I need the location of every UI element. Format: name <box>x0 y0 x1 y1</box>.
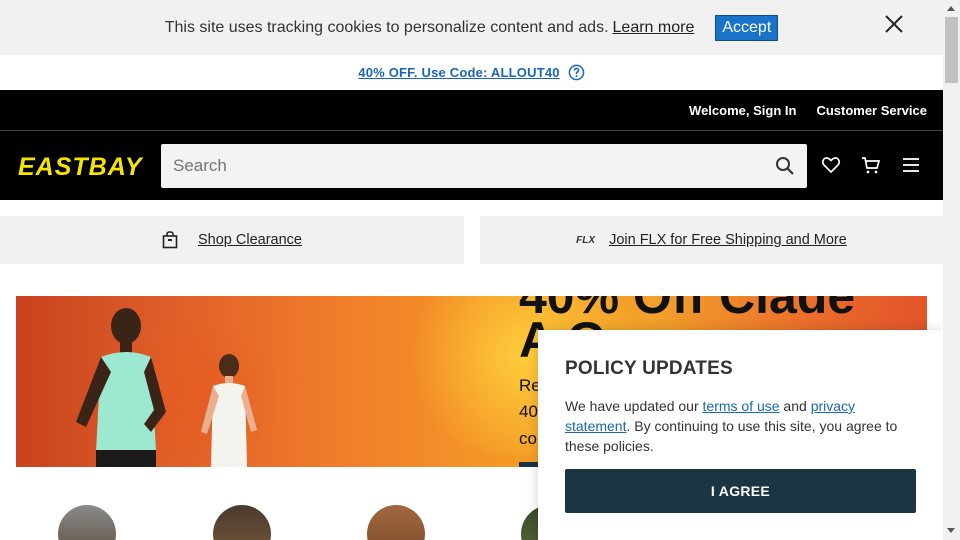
hero-body: co <box>519 429 537 448</box>
runner-image <box>76 308 166 467</box>
close-icon[interactable] <box>884 14 904 34</box>
shopping-bag-icon <box>162 231 178 249</box>
scrollbar-thumb[interactable] <box>945 17 958 83</box>
heart-icon[interactable] <box>821 155 841 175</box>
help-icon[interactable] <box>568 64 585 81</box>
scroll-down-icon[interactable] <box>947 528 955 533</box>
menu-icon[interactable] <box>901 155 921 175</box>
join-flx-link[interactable]: Join FLX for Free Shipping and More <box>609 232 847 248</box>
category-thumbnail[interactable] <box>367 505 425 540</box>
policy-title: POLICY UPDATES <box>565 358 733 379</box>
clearance-strip: Shop Clearance <box>0 216 464 264</box>
flx-strip: FLX Join FLX for Free Shipping and More <box>480 216 943 264</box>
cart-icon[interactable] <box>861 155 881 175</box>
svg-text:EASTBAY: EASTBAY <box>18 153 144 181</box>
runner-image <box>201 354 257 467</box>
search-icon[interactable] <box>775 156 795 176</box>
page-scrollbar[interactable] <box>943 0 960 540</box>
category-thumbnail[interactable] <box>58 505 116 540</box>
hero-body: 40 <box>519 402 538 421</box>
eastbay-logo[interactable]: EASTBAY <box>16 151 152 181</box>
promo-bar: 40% OFF. Use Code: ALLOUT40 <box>0 55 943 90</box>
accept-cookies-button[interactable]: Accept <box>715 14 779 41</box>
terms-of-use-link[interactable]: terms of use <box>703 398 780 414</box>
policy-text: We have updated our terms of use and pri… <box>565 398 898 454</box>
cookie-banner: This site uses tracking cookies to perso… <box>0 0 943 55</box>
customer-service-link[interactable]: Customer Service <box>816 103 927 118</box>
flx-icon: FLX <box>576 234 596 246</box>
search-bar <box>161 144 807 188</box>
learn-more-link[interactable]: Learn more <box>613 19 695 37</box>
policy-updates-dialog: POLICY UPDATES We have updated our terms… <box>538 330 943 540</box>
scroll-up-icon[interactable] <box>947 6 955 11</box>
sign-in-link[interactable]: Welcome, Sign In <box>689 103 796 118</box>
shop-clearance-link[interactable]: Shop Clearance <box>198 232 302 248</box>
cookie-message: This site uses tracking cookies to perso… <box>164 18 609 36</box>
site-header: EASTBAY <box>0 131 943 200</box>
i-agree-button[interactable]: I AGREE <box>565 469 916 513</box>
utility-bar: Welcome, Sign In Customer Service <box>0 90 943 130</box>
promo-link[interactable]: 40% OFF. Use Code: ALLOUT40 <box>358 65 559 80</box>
search-input[interactable] <box>173 156 753 176</box>
category-thumbnail[interactable] <box>213 505 271 540</box>
